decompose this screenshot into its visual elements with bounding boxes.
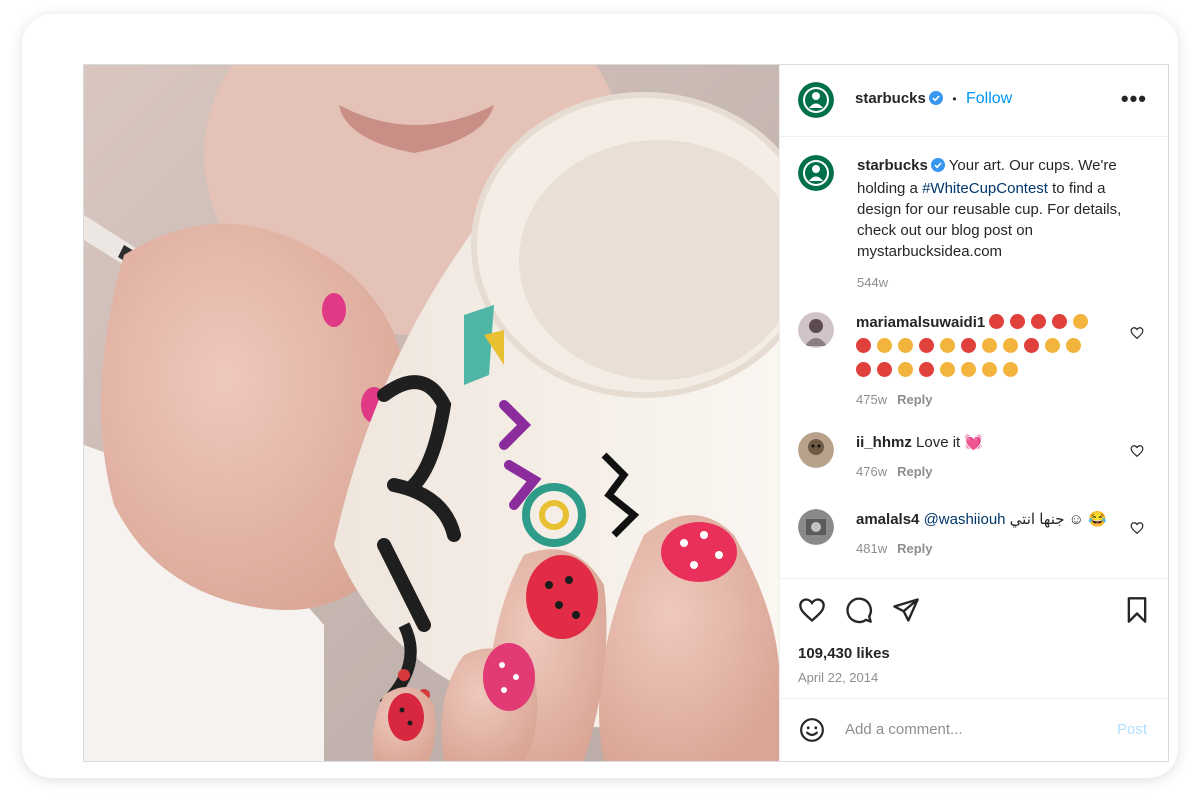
- crying-face-emoji-icon: [898, 362, 913, 377]
- add-comment-bar: Add a comment... Post: [780, 698, 1168, 761]
- crying-face-emoji-icon: [1045, 338, 1060, 353]
- commenter-avatar[interactable]: [798, 312, 834, 348]
- angry-face-emoji-icon: [1010, 314, 1026, 329]
- post-date: April 22, 2014: [798, 670, 879, 685]
- caption-hashtag[interactable]: #WhiteCupContest: [922, 180, 1048, 197]
- crying-face-emoji-icon: [877, 338, 892, 353]
- post-actions: 109,430 likes April 22, 2014: [780, 578, 1168, 699]
- post-photo[interactable]: [84, 65, 779, 761]
- crying-face-emoji-icon: [1073, 314, 1089, 329]
- angry-face-emoji-icon: [919, 338, 934, 353]
- comment-body: ii_hhmz Love it 💓 476w Reply: [856, 432, 1126, 482]
- bookmark-icon[interactable]: [1123, 596, 1151, 624]
- angry-face-emoji-icon: [1031, 314, 1047, 329]
- starbucks-logo-avatar[interactable]: [798, 82, 834, 118]
- crying-face-emoji-icon: [940, 338, 955, 353]
- crying-face-emoji-icon: [1003, 362, 1018, 377]
- crying-face-emoji-icon: [940, 362, 955, 377]
- emoji-row: [989, 314, 1094, 331]
- header-user-line: starbucks • Follow: [855, 90, 1012, 110]
- angry-face-emoji-icon: [877, 362, 892, 377]
- crying-face-emoji-icon: [1066, 338, 1081, 353]
- caption: starbucks Your art. Our cups. We're hold…: [857, 155, 1147, 293]
- crying-face-emoji-icon: [982, 362, 997, 377]
- caption-username[interactable]: starbucks: [857, 157, 928, 174]
- comment-mention[interactable]: @washiiouh: [924, 511, 1006, 528]
- photo-illustration: [84, 65, 779, 761]
- comment-age: 476w: [856, 464, 888, 479]
- comment-meta: 476w Reply: [856, 461, 1126, 482]
- post-header: starbucks • Follow •••: [780, 65, 1168, 137]
- post-side-panel: starbucks • Follow ••• starbucks Your ar…: [779, 65, 1168, 761]
- comment-icon[interactable]: [845, 596, 873, 624]
- add-comment-input[interactable]: Add a comment...: [845, 721, 963, 738]
- reply-button[interactable]: Reply: [897, 392, 932, 407]
- caption-age: 544w: [857, 275, 889, 290]
- likes-count[interactable]: 109,430 likes: [798, 645, 890, 662]
- angry-face-emoji-icon: [856, 362, 871, 377]
- comment-text: جنها انتي ☺ 😂: [1009, 511, 1107, 528]
- angry-face-emoji-icon: [989, 314, 1005, 329]
- comment-like-heart-icon[interactable]: [1130, 521, 1144, 535]
- verified-badge-icon: [928, 91, 943, 110]
- crying-face-emoji-icon: [1003, 338, 1018, 353]
- emoji-row: [856, 360, 1126, 381]
- follow-button[interactable]: Follow: [966, 90, 1012, 107]
- comment-username[interactable]: ii_hhmz: [856, 434, 912, 451]
- card-frame: starbucks • Follow ••• starbucks Your ar…: [22, 14, 1178, 778]
- emoji-row: [856, 336, 1126, 357]
- reply-button[interactable]: Reply: [897, 464, 932, 479]
- crying-face-emoji-icon: [961, 362, 976, 377]
- angry-face-emoji-icon: [856, 338, 871, 353]
- caption-verified-badge-icon: [930, 157, 945, 178]
- angry-face-emoji-icon: [1024, 338, 1039, 353]
- comment-username[interactable]: amalals4: [856, 511, 919, 528]
- send-icon[interactable]: [892, 596, 920, 624]
- angry-face-emoji-icon: [919, 362, 934, 377]
- header-separator: •: [952, 92, 957, 106]
- comment-meta: 481w Reply: [856, 538, 1126, 559]
- crying-face-emoji-icon: [898, 338, 913, 353]
- angry-face-emoji-icon: [1052, 314, 1068, 329]
- commenter-avatar[interactable]: [798, 432, 834, 468]
- more-options-icon[interactable]: •••: [1121, 88, 1147, 110]
- smiley-icon[interactable]: [799, 717, 825, 743]
- comment-like-heart-icon[interactable]: [1130, 444, 1144, 458]
- caption-starbucks-avatar[interactable]: [798, 155, 834, 191]
- comment-body: amalals4 @washiiouh جنها انتي ☺ 😂 481w Re…: [856, 509, 1126, 559]
- comment-username[interactable]: mariamalsuwaidi1: [856, 314, 985, 331]
- angry-face-emoji-icon: [961, 338, 976, 353]
- heart-icon[interactable]: [798, 596, 826, 624]
- comment-age: 481w: [856, 541, 888, 556]
- comment-text: Love it 💓: [916, 434, 984, 451]
- header-username[interactable]: starbucks: [855, 90, 926, 107]
- comment-body: mariamalsuwaidi1 475w Reply: [856, 312, 1126, 410]
- commenter-avatar[interactable]: [798, 509, 834, 545]
- reply-button[interactable]: Reply: [897, 541, 932, 556]
- comment-age: 475w: [856, 392, 888, 407]
- post-comment-button[interactable]: Post: [1117, 721, 1147, 738]
- crying-face-emoji-icon: [982, 338, 997, 353]
- instagram-post: starbucks • Follow ••• starbucks Your ar…: [83, 64, 1169, 762]
- comment-like-heart-icon[interactable]: [1130, 326, 1144, 340]
- comment-meta: 475w Reply: [856, 389, 1126, 410]
